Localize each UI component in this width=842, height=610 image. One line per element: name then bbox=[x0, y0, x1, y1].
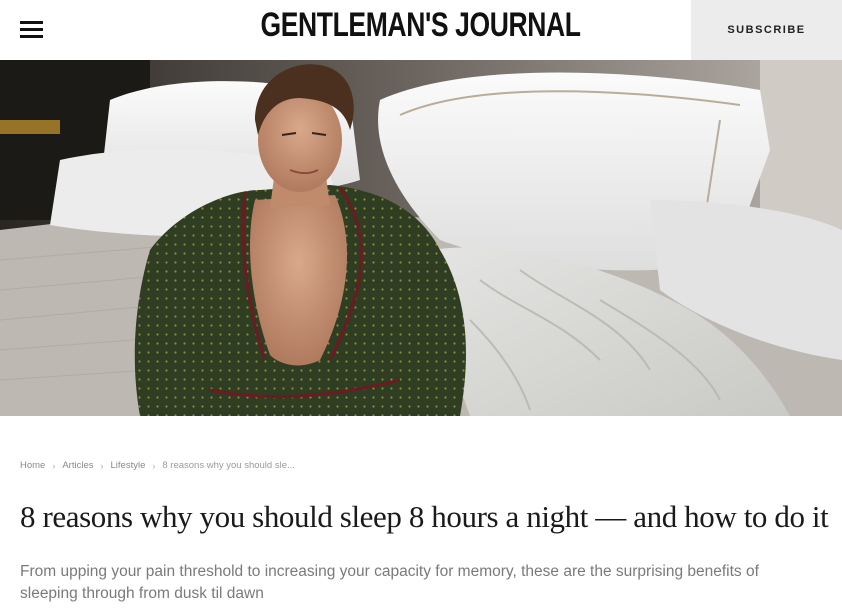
article-title: 8 reasons why you should sleep 8 hours a… bbox=[20, 499, 829, 534]
hamburger-menu-icon[interactable] bbox=[20, 21, 43, 39]
breadcrumb-home[interactable]: Home bbox=[20, 460, 45, 471]
site-logo[interactable]: GENTLEMAN'S JOURNAL bbox=[92, 6, 749, 45]
breadcrumb-lifestyle[interactable]: Lifestyle bbox=[111, 460, 146, 471]
breadcrumb-current: 8 reasons why you should sle... bbox=[162, 460, 295, 471]
site-header: GENTLEMAN'S JOURNAL SUBSCRIBE bbox=[0, 0, 842, 61]
breadcrumb: Home › Articles › Lifestyle › 8 reasons … bbox=[20, 460, 295, 471]
chevron-right-icon: › bbox=[52, 460, 56, 471]
chevron-right-icon: › bbox=[100, 460, 104, 471]
breadcrumb-articles[interactable]: Articles bbox=[62, 460, 93, 471]
article-subtitle: From upping your pain threshold to incre… bbox=[20, 563, 759, 602]
subscribe-button[interactable]: SUBSCRIBE bbox=[691, 0, 842, 60]
hero-image bbox=[0, 60, 842, 416]
chevron-right-icon: › bbox=[152, 460, 156, 471]
